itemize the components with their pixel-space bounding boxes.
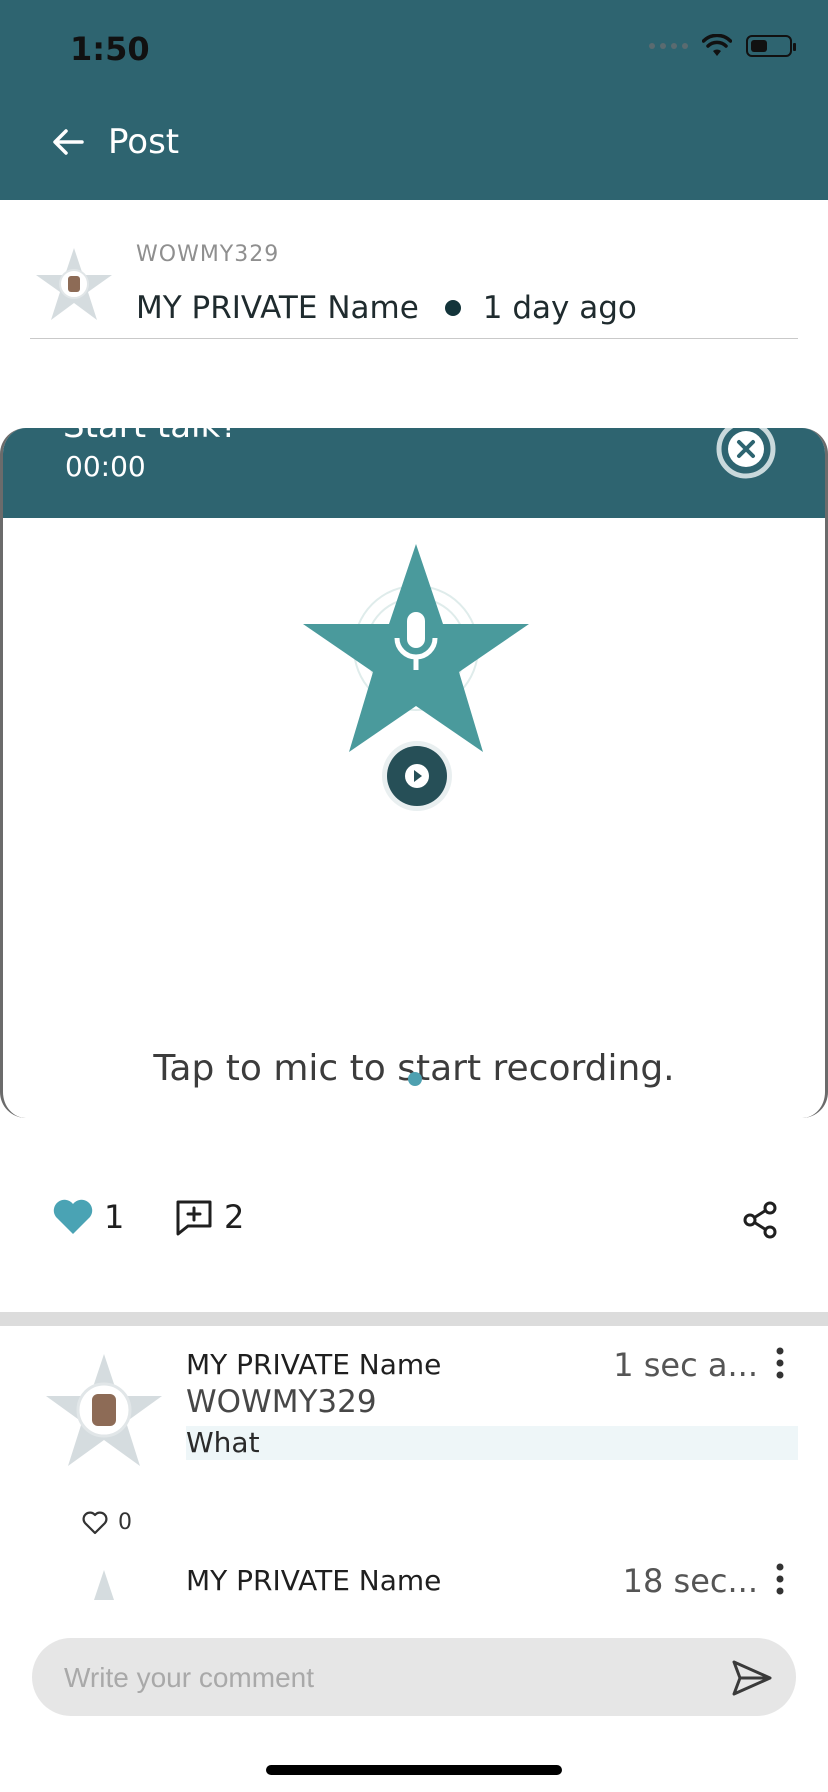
commenter-name[interactable]: MY PRIVATE Name — [186, 1348, 441, 1381]
mic-star-icon[interactable] — [303, 540, 529, 766]
media-timer: 00:00 — [65, 450, 146, 483]
wifi-icon — [702, 34, 732, 56]
app-header: 1:50 Post — [0, 0, 828, 200]
post-actions: 1 2 — [0, 1190, 828, 1250]
comment-text: What — [186, 1426, 798, 1460]
comment-composer — [32, 1638, 796, 1718]
close-icon[interactable] — [715, 428, 777, 480]
play-icon[interactable] — [381, 740, 453, 812]
author-divider — [30, 338, 798, 339]
like-count: 1 — [104, 1198, 125, 1236]
more-vertical-icon[interactable] — [772, 1562, 788, 1596]
post-time: 1 day ago — [482, 290, 637, 326]
comment-time: 1 sec a... — [613, 1346, 758, 1384]
heart-icon — [53, 1199, 93, 1234]
separator-dot — [444, 300, 461, 316]
author-display-name[interactable]: MY PRIVATE Name — [136, 290, 419, 326]
heart-outline-icon — [82, 1511, 108, 1534]
comment-like-button[interactable]: 0 — [82, 1510, 132, 1535]
comment-item: MY PRIVATE Name 18 sec... — [0, 1542, 828, 1600]
status-time: 1:50 — [70, 30, 150, 68]
status-icons — [649, 34, 796, 58]
comment-add-icon — [176, 1200, 212, 1236]
commenter-avatar[interactable] — [42, 1348, 166, 1472]
post-author: WOWMY329 MY PRIVATE Name 1 day ago — [0, 200, 828, 340]
section-separator — [0, 1312, 828, 1326]
cellular-signal-icon — [649, 43, 688, 49]
author-avatar[interactable] — [34, 244, 114, 324]
post-media[interactable]: Start talk? 00:00 Tap to mic to start re… — [0, 428, 828, 1118]
media-title: Start talk? — [63, 428, 238, 446]
comment-count: 2 — [224, 1198, 245, 1236]
comment-like-count: 0 — [118, 1510, 132, 1535]
more-vertical-icon[interactable] — [772, 1346, 788, 1380]
like-button[interactable]: 1 — [52, 1198, 124, 1236]
commenter-username: WOWMY329 — [186, 1384, 377, 1420]
share-icon[interactable] — [740, 1200, 780, 1240]
comment-input[interactable] — [62, 1638, 686, 1718]
author-line: MY PRIVATE Name 1 day ago — [136, 290, 637, 326]
page-indicator-dot — [408, 1072, 422, 1086]
comment-item: MY PRIVATE Name WOWMY329 What 1 sec a...… — [0, 1326, 828, 1556]
back-arrow-icon[interactable] — [46, 120, 90, 164]
commenter-name[interactable]: MY PRIVATE Name — [186, 1564, 441, 1597]
home-indicator — [266, 1765, 562, 1775]
media-header: Start talk? 00:00 — [3, 428, 825, 518]
comment-button[interactable]: 2 — [174, 1198, 244, 1236]
page-title: Post — [108, 122, 180, 162]
battery-icon — [746, 35, 796, 57]
comment-time: 18 sec... — [622, 1562, 758, 1600]
commenter-avatar[interactable] — [42, 1564, 166, 1600]
send-icon[interactable] — [730, 1656, 774, 1700]
author-username: WOWMY329 — [136, 242, 280, 267]
